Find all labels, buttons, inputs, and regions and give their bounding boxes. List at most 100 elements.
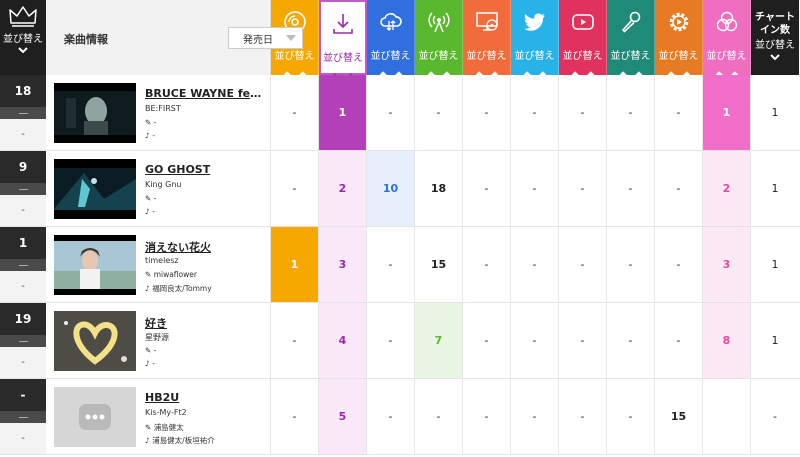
composer-credit: ♪ -	[145, 359, 155, 368]
rank-value-cell: -	[463, 379, 511, 454]
pencil-icon: ✎	[145, 118, 152, 127]
sort-column-cloud-stream[interactable]: 並び替え	[367, 0, 415, 86]
download-icon	[331, 12, 355, 40]
rank-divider	[0, 183, 46, 195]
composer-name: -	[152, 131, 155, 140]
table-row[interactable]: 1- 消えない花火 timelesz ✎ miwaflower ♪ 福岡良太/Tommy…	[0, 227, 800, 303]
pencil-icon: ✎	[145, 270, 152, 279]
song-info-title: 楽曲情報	[64, 33, 108, 46]
circles-icon	[715, 10, 739, 38]
rank-value-cell: -	[415, 379, 463, 454]
sort-label: 並び替え	[274, 51, 315, 62]
song-thumbnail[interactable]	[54, 235, 136, 295]
chart-in-count-cell: 1	[771, 258, 779, 271]
rank-value-cell: -	[559, 75, 607, 150]
lyricist-credit: ✎ -	[145, 118, 156, 127]
rank-value-cell: 1	[703, 75, 751, 150]
karaoke-mic-icon	[619, 10, 643, 38]
rank-value-cell: -	[511, 151, 559, 226]
rank-value-cell: 7	[415, 303, 463, 378]
rank-value-cell: 5	[319, 379, 367, 454]
rank-value-cell: -	[559, 227, 607, 302]
table-row[interactable]: 9- GO GHOST King Gnu ✎ - ♪ - -2 10 18- - - - -2 1	[0, 151, 800, 227]
composer-credit: ♪ 福岡良太/Tommy	[145, 283, 212, 294]
song-thumbnail[interactable]	[54, 387, 136, 447]
chevron-down-icon	[18, 47, 28, 57]
previous-rank: -	[0, 195, 46, 226]
song-title-link[interactable]: 好き	[145, 315, 263, 331]
radio-icon	[427, 10, 451, 38]
song-info-header: 楽曲情報 発売日	[46, 0, 303, 75]
sort-column-pc-disc[interactable]: 並び替え	[463, 0, 511, 86]
pc-disc-icon	[475, 10, 499, 38]
rank-value-cell: 1	[319, 75, 367, 150]
chart-in-count-cell: -	[773, 410, 777, 423]
table-row[interactable]: 18-BRUCE WAYNE feat. …BE:FIRST✎ -♪ --1--…	[0, 75, 800, 151]
artist-name: timelesz	[145, 256, 179, 265]
chevron-down-icon	[770, 54, 780, 64]
sort-column-download[interactable]: 並び替え	[319, 0, 367, 88]
rank-value-cell: -	[511, 379, 559, 454]
rank-value-cell: -	[463, 151, 511, 226]
rank-value-cell: -	[367, 303, 415, 378]
sort-label: 並び替え	[370, 51, 411, 62]
lyricist-credit: ✎ 浦島健太	[145, 422, 184, 433]
song-info: HB2U Kis-My-Ft2 ✎ 浦島健太 ♪ 浦島健太/板垣祐介	[46, 379, 271, 454]
rank-value-cell: 4	[319, 303, 367, 378]
rank-value-cell: -	[415, 75, 463, 150]
music-note-icon: ♪	[145, 284, 150, 293]
rank-value-cell: 3	[319, 227, 367, 302]
sort-select[interactable]: 発売日	[228, 27, 303, 49]
cloud-stream-icon	[379, 10, 403, 38]
table-row[interactable]: 19- 好き 星野源 ✎ - ♪ --4-7-----81	[0, 303, 800, 379]
rank-value-cell: -	[271, 151, 319, 226]
chart-in-count-header[interactable]: チャートイン数 並び替え	[751, 0, 799, 75]
sort-label: 並び替え	[610, 51, 651, 62]
rank-value-cell: -	[655, 151, 703, 226]
song-info: 消えない花火 timelesz ✎ miwaflower ♪ 福岡良太/Tommy	[46, 227, 271, 302]
chart-in-count-cell: 1	[771, 182, 779, 195]
rank-sort-header[interactable]: 並び替え	[0, 0, 46, 75]
sort-column-gear-play[interactable]: 並び替え	[655, 0, 703, 86]
sort-label: 並び替え	[658, 51, 699, 62]
song-thumbnail[interactable]	[54, 83, 136, 143]
table-row[interactable]: - - HB2U Kis-My-Ft2 ✎ 浦島健太 ♪ 浦島健太/板垣祐介 -5- - - - -…	[0, 379, 800, 455]
song-title-link[interactable]: GO GHOST	[145, 163, 263, 176]
rank-value-cell: 2	[703, 151, 751, 226]
rank-value-cell: -	[271, 379, 319, 454]
rank-value-cell: 8	[703, 303, 751, 378]
chart-in-sort-label: 並び替え	[755, 40, 795, 51]
sort-column-karaoke-mic[interactable]: 並び替え	[607, 0, 655, 86]
composer-name: -	[152, 359, 155, 368]
rank-divider	[0, 335, 46, 347]
rank-value-cell: -	[607, 151, 655, 226]
artist-name: 星野源	[145, 333, 169, 342]
sort-label: 並び替え	[418, 51, 459, 62]
song-thumbnail[interactable]	[54, 159, 136, 219]
song-title-link[interactable]: HB2U	[145, 391, 263, 404]
chart-in-count-cell: 1	[771, 106, 779, 119]
lyricist-credit: ✎ -	[145, 346, 156, 355]
song-title-link[interactable]: BRUCE WAYNE feat. …	[145, 87, 263, 100]
song-thumbnail[interactable]	[54, 311, 136, 371]
rank-value-cell: -	[511, 303, 559, 378]
pencil-icon: ✎	[145, 423, 152, 432]
sort-column-radio[interactable]: 並び替え	[415, 0, 463, 86]
sort-label: 並び替え	[466, 51, 507, 62]
sort-column-circles[interactable]: 並び替え	[703, 0, 751, 86]
chart-in-count-label: チャートイン数	[755, 12, 795, 36]
sort-column-twitter[interactable]: 並び替え	[511, 0, 559, 86]
sort-column-youtube[interactable]: 並び替え	[559, 0, 607, 86]
rank-value-cell: -	[271, 303, 319, 378]
rank-value-cell: -	[271, 75, 319, 150]
rank-value-cell: -	[607, 303, 655, 378]
rank-value-cell: 1	[271, 227, 319, 302]
composer-credit: ♪ -	[145, 131, 155, 140]
chart-rows: 18-BRUCE WAYNE feat. …BE:FIRST✎ -♪ --1--…	[0, 75, 800, 455]
composer-credit: ♪ 浦島健太/板垣祐介	[145, 435, 215, 446]
previous-rank: -	[0, 423, 46, 454]
song-title-link[interactable]: 消えない花火	[145, 239, 263, 255]
rank-value-cell: -	[367, 75, 415, 150]
crown-icon	[9, 6, 37, 27]
music-note-icon: ♪	[145, 131, 150, 140]
